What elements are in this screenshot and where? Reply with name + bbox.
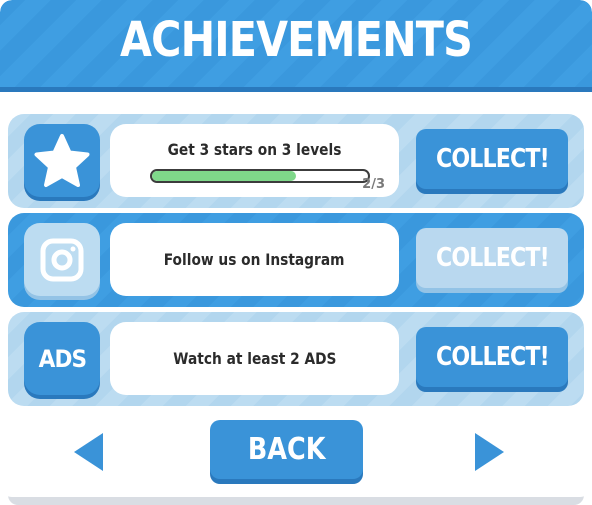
next-arrow-icon[interactable] bbox=[475, 433, 504, 471]
collect-button-label: COLLECT! bbox=[435, 243, 550, 273]
progress-label: 2/3 bbox=[362, 177, 385, 192]
back-button-label: BACK bbox=[247, 432, 326, 467]
achievement-icon-box bbox=[24, 223, 100, 296]
achievement-description: Watch at least 2 ADS bbox=[172, 349, 337, 368]
achievement-info: Watch at least 2 ADS bbox=[110, 322, 399, 395]
previous-arrow-icon[interactable] bbox=[74, 433, 103, 471]
back-button[interactable]: BACK bbox=[210, 420, 363, 479]
progress-fill bbox=[152, 171, 297, 181]
achievement-description: Get 3 stars on 3 levels bbox=[167, 140, 342, 159]
achievement-row-stars: Get 3 stars on 3 levels 2/3 COLLECT! bbox=[8, 114, 584, 208]
achievement-description: Follow us on Instagram bbox=[164, 250, 345, 269]
collect-button-stars[interactable]: COLLECT! bbox=[416, 129, 568, 189]
achievement-row-ads: ADS Watch at least 2 ADS COLLECT! bbox=[8, 312, 584, 406]
instagram-icon bbox=[40, 238, 84, 281]
collect-button-label: COLLECT! bbox=[435, 144, 550, 174]
achievement-row-instagram: Follow us on Instagram COLLECT! bbox=[8, 213, 584, 307]
achievement-info: Get 3 stars on 3 levels 2/3 bbox=[110, 124, 399, 197]
achievement-info: Follow us on Instagram bbox=[110, 223, 399, 296]
header-bar: ACHIEVEMENTS bbox=[0, 0, 592, 92]
collect-button-label: COLLECT! bbox=[435, 342, 550, 372]
collect-button-instagram[interactable]: COLLECT! bbox=[416, 228, 568, 288]
achievement-icon-box bbox=[24, 124, 100, 197]
star-icon bbox=[34, 133, 90, 187]
ads-icon: ADS bbox=[38, 344, 86, 373]
collect-button-ads[interactable]: COLLECT! bbox=[416, 327, 568, 387]
achievement-icon-box: ADS bbox=[24, 322, 100, 395]
achievements-panel: ACHIEVEMENTS Get 3 stars on 3 levels 2/3… bbox=[0, 0, 592, 505]
progress-bar bbox=[150, 169, 370, 183]
panel-body: ACHIEVEMENTS Get 3 stars on 3 levels 2/3… bbox=[0, 0, 592, 497]
page-title: ACHIEVEMENTS bbox=[120, 12, 473, 68]
